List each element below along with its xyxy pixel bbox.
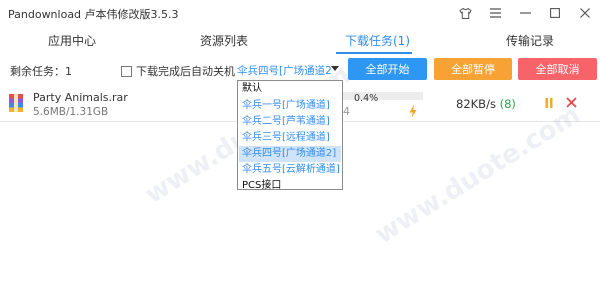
channel-option[interactable]: 默认 (239, 81, 341, 97)
menu-button[interactable] (480, 0, 510, 26)
pause-icon[interactable] (545, 98, 553, 108)
channel-option[interactable]: 伞兵一号[广场通道] (239, 98, 341, 114)
menu-icon (489, 8, 501, 18)
pause-all-button[interactable]: 全部暂停 (434, 58, 512, 80)
download-speed: 82KB/s (8) (456, 97, 516, 111)
cancel-all-button[interactable]: 全部取消 (518, 58, 597, 80)
channel-option[interactable]: 伞兵三号[远程通道] (239, 130, 341, 146)
window-title: Pandownload 卢本伟修改版3.5.3 (8, 8, 179, 21)
progress-bar (339, 92, 423, 100)
remaining-tasks: 剩余任务：1 (10, 65, 72, 78)
tab-transfer-records[interactable]: 传输记录 (506, 32, 554, 49)
minimize-icon (519, 12, 531, 14)
minimize-button[interactable] (510, 0, 540, 26)
active-tab-indicator (336, 52, 412, 54)
skin-button[interactable] (450, 0, 480, 26)
lightning-icon (409, 105, 417, 118)
title-bar: Pandownload 卢本伟修改版3.5.3 (0, 0, 600, 26)
shirt-icon (458, 7, 472, 19)
task-digit: 4 (343, 105, 350, 118)
delete-icon[interactable] (566, 97, 577, 108)
maximize-button[interactable] (540, 0, 570, 26)
tab-download-tasks[interactable]: 下载任务(1) (345, 32, 410, 49)
watermark: www.duote.com (369, 99, 586, 251)
auto-shutdown-option[interactable]: 下载完成后自动关机 (121, 63, 235, 79)
speed-value: 82KB/s (456, 97, 496, 111)
main-tabs: 应用中心 资源列表 下载任务(1) 传输记录 (0, 30, 600, 56)
file-size: 5.6MB/1.31GB (33, 106, 109, 118)
maximize-icon (550, 8, 560, 18)
channel-option[interactable]: 伞兵二号[芦苇通道] (239, 114, 341, 130)
tab-resource-list[interactable]: 资源列表 (200, 32, 248, 49)
auto-shutdown-checkbox[interactable] (121, 65, 132, 77)
start-all-button[interactable]: 全部开始 (348, 58, 427, 80)
channel-option[interactable]: PCS接口 (239, 178, 341, 194)
window-controls (450, 0, 600, 26)
channel-option[interactable]: 伞兵四号[广场通道2] (239, 146, 341, 162)
channel-option[interactable]: 伞兵五号[云解析通道] (239, 162, 341, 178)
channel-select[interactable]: 伞兵四号[广场通道2 (237, 62, 339, 78)
connection-count: (8) (499, 97, 516, 111)
close-icon (580, 8, 590, 18)
file-name: Party Animals.rar (33, 91, 128, 104)
channel-select-value: 伞兵四号[广场通道2 (237, 64, 332, 77)
tab-app-center[interactable]: 应用中心 (48, 32, 96, 49)
progress-percent: 0.4% (354, 93, 379, 104)
close-button[interactable] (570, 0, 600, 26)
archive-file-icon (9, 94, 23, 112)
chevron-down-icon (331, 66, 339, 71)
channel-dropdown: 默认 伞兵一号[广场通道] 伞兵二号[芦苇通道] 伞兵三号[远程通道] 伞兵四号[广场通… (237, 80, 343, 191)
auto-shutdown-label: 下载完成后自动关机 (136, 65, 235, 78)
task-toolbar: 剩余任务：1 下载完成后自动关机 伞兵四号[广场通道2 全部开始 全部暂停 全部… (0, 58, 600, 82)
